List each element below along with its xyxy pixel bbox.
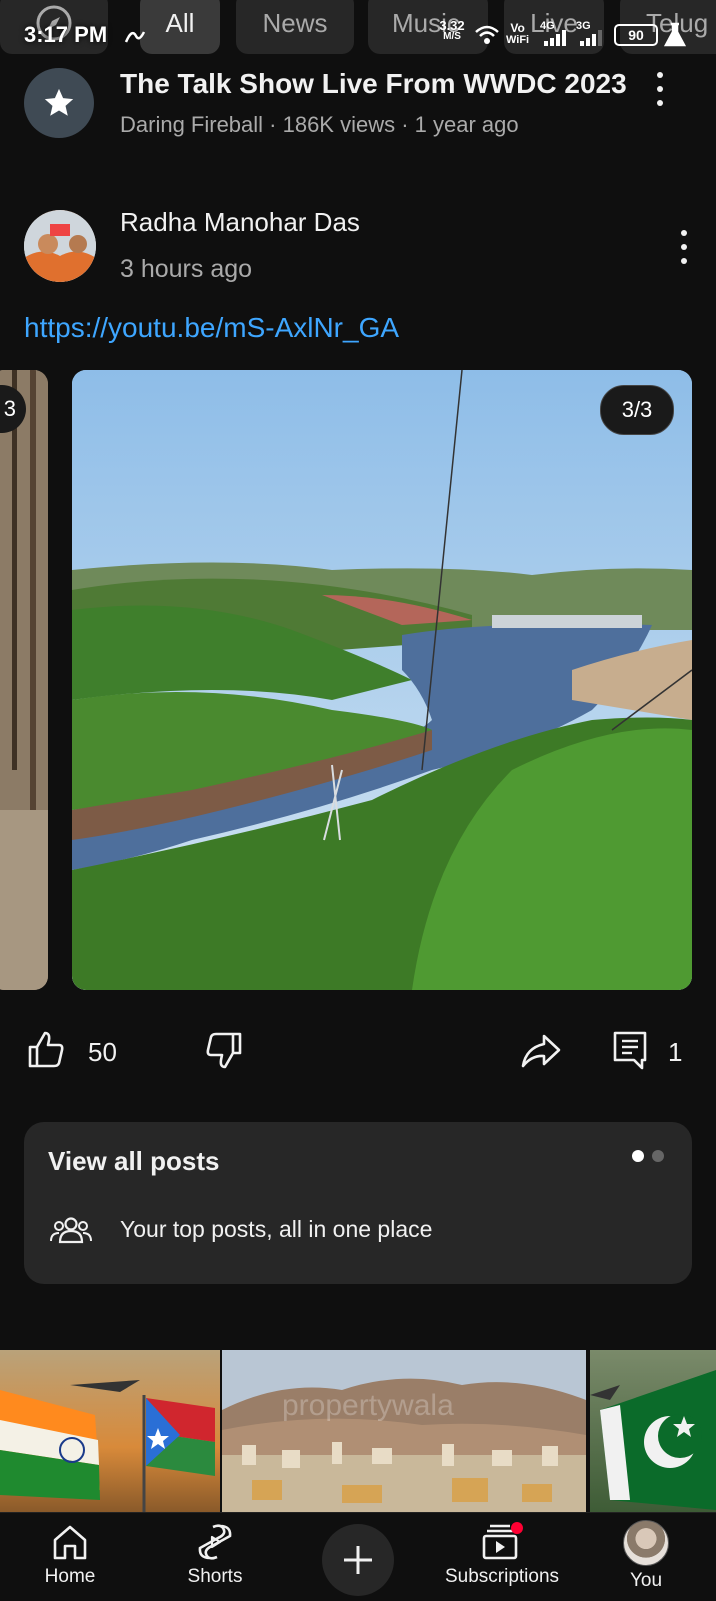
- dislike-icon[interactable]: [204, 1030, 244, 1070]
- video-meta: Daring Fireball · 186K views · 1 year ag…: [120, 112, 519, 137]
- pager-dot: [652, 1150, 664, 1162]
- post-author[interactable]: Radha Manohar Das: [120, 207, 360, 238]
- video-more-icon[interactable]: [656, 72, 664, 106]
- shorts-icon: [198, 1524, 232, 1560]
- chip-news[interactable]: News: [236, 0, 354, 54]
- post-image[interactable]: [72, 370, 692, 990]
- post-more-icon[interactable]: [680, 230, 688, 264]
- profile-avatar: [623, 1520, 669, 1566]
- post-link[interactable]: https://youtu.be/mS-AxlNr_GA: [24, 312, 399, 344]
- signal-3g-icon: 3G: [576, 20, 608, 48]
- network-speed: 3.32 M/S: [439, 18, 465, 42]
- wifi-icon: [475, 25, 499, 44]
- channel-avatar[interactable]: [24, 68, 94, 138]
- chip-all[interactable]: All: [140, 0, 220, 54]
- nav-you[interactable]: You: [576, 1512, 716, 1600]
- create-button[interactable]: [322, 1524, 394, 1596]
- view-all-posts-subtitle: Your top posts, all in one place: [120, 1216, 433, 1242]
- subscriptions-icon: [482, 1522, 523, 1560]
- post-time: 3 hours ago: [120, 255, 253, 283]
- thumbnail-flags-left[interactable]: [0, 1350, 220, 1512]
- signal-4g-icon: 4G: [540, 20, 570, 48]
- like-count: 50: [88, 1037, 117, 1067]
- pager-dot-active: [632, 1150, 644, 1162]
- flask-icon: [664, 22, 686, 47]
- nav-shorts-label: Shorts: [187, 1566, 243, 1587]
- status-bar: All News Music Live Telug 3:17 PM 3.32 M…: [0, 0, 716, 62]
- nav-you-label: You: [629, 1570, 663, 1591]
- star-icon: [44, 88, 74, 116]
- video-title[interactable]: The Talk Show Live From WWDC 2023: [120, 68, 627, 100]
- thumbnail-city[interactable]: propertywala: [222, 1350, 586, 1512]
- clock: 3:17 PM: [24, 22, 108, 47]
- notification-icon: [124, 31, 146, 43]
- previous-image[interactable]: [0, 370, 48, 990]
- comment-icon[interactable]: [612, 1030, 648, 1070]
- nav-home[interactable]: Home: [0, 1512, 140, 1600]
- like-icon[interactable]: [26, 1030, 66, 1070]
- nav-home-label: Home: [44, 1566, 96, 1587]
- thumbnail-flag-right[interactable]: [590, 1350, 716, 1512]
- plus-icon: [344, 1546, 372, 1574]
- battery-indicator: 90: [614, 24, 658, 46]
- comment-count: 1: [668, 1037, 683, 1067]
- share-icon[interactable]: [520, 1032, 562, 1070]
- vowifi-indicator: Vo WiFi: [506, 21, 530, 46]
- watermark-text: propertywala: [282, 1389, 454, 1422]
- view-all-posts-title: View all posts: [48, 1146, 220, 1176]
- image-counter: 3/3: [600, 385, 674, 435]
- home-icon: [53, 1525, 87, 1560]
- nav-subscriptions[interactable]: Subscriptions: [432, 1512, 572, 1600]
- people-icon: [50, 1217, 92, 1244]
- author-avatar[interactable]: [24, 210, 96, 282]
- nav-shorts[interactable]: Shorts: [145, 1512, 285, 1600]
- nav-subscriptions-label: Subscriptions: [444, 1566, 560, 1587]
